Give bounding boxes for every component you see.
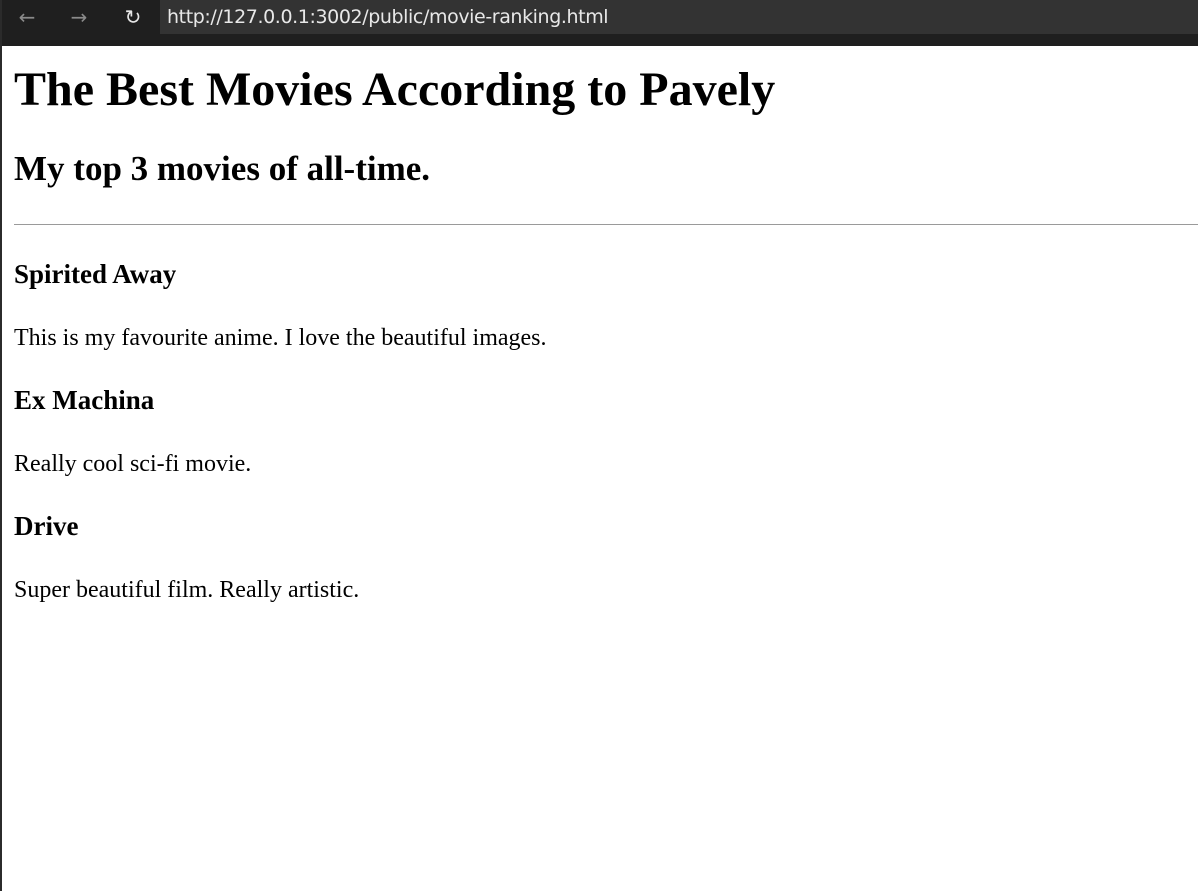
arrow-right-icon: →: [70, 5, 88, 29]
page-title: The Best Movies According to Pavely: [14, 63, 776, 116]
movie-description-spirited-away: This is my favourite anime. I love the b…: [14, 325, 547, 351]
arrow-left-icon: ←: [18, 5, 36, 29]
address-bar[interactable]: http://127.0.0.1:3002/public/movie-ranki…: [160, 0, 1198, 34]
movie-title-ex-machina: Ex Machina: [14, 385, 155, 415]
forward-button[interactable]: →: [62, 0, 96, 34]
movie-description-ex-machina: Really cool sci-fi movie.: [14, 451, 252, 477]
movie-description-drive: Super beautiful film. Really artistic.: [14, 577, 360, 603]
movie-title-drive: Drive: [14, 511, 79, 541]
toolbar-divider: [0, 34, 1198, 46]
movie-title-spirited-away: Spirited Away: [14, 259, 177, 289]
browser-window: ← → ↻ http://127.0.0.1:3002/public/movie…: [0, 0, 1198, 891]
reload-button[interactable]: ↻: [116, 0, 150, 34]
horizontal-rule: [14, 224, 1198, 225]
back-button[interactable]: ←: [10, 0, 44, 34]
page-subtitle: My top 3 movies of all-time.: [14, 149, 431, 188]
address-url: http://127.0.0.1:3002/public/movie-ranki…: [167, 6, 609, 28]
page-content: The Best Movies According to Pavely My t…: [14, 46, 1198, 604]
window-edge: [0, 0, 2, 891]
reload-icon: ↻: [124, 5, 142, 29]
